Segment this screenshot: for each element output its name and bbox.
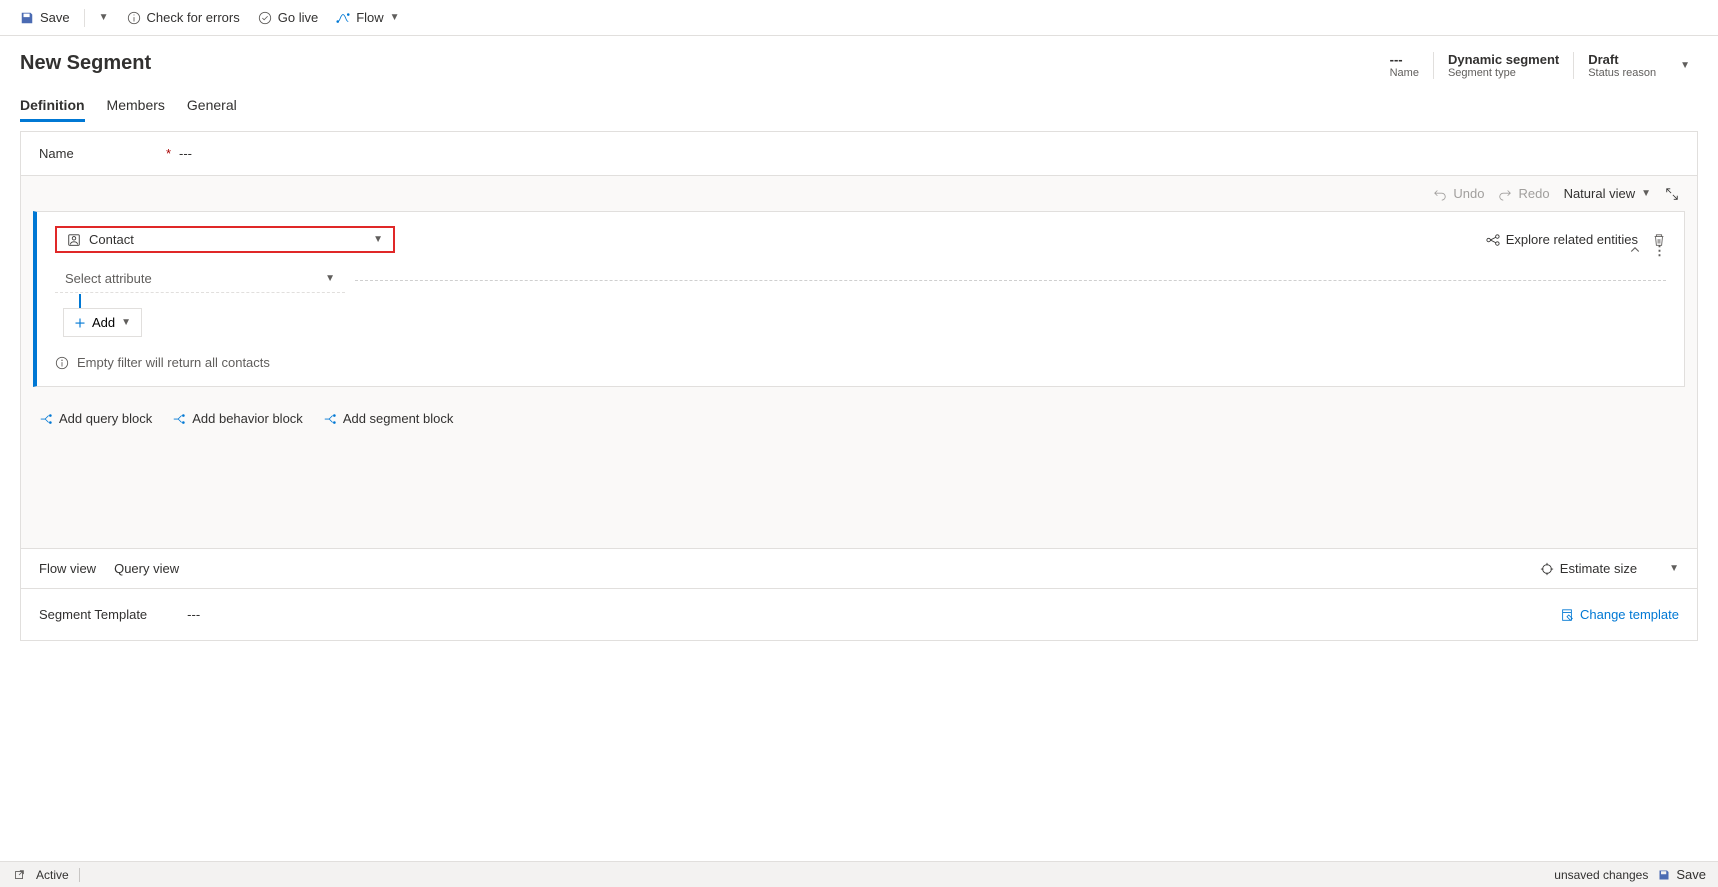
tab-members[interactable]: Members [107,91,165,122]
fullscreen-button[interactable] [1665,187,1679,201]
header-expand[interactable]: ▼ [1670,56,1698,75]
chevron-down-icon: ▼ [1680,60,1690,71]
attribute-row-container: Select attribute ▼ ⋮ [55,265,1666,294]
entity-label: Contact [89,232,134,247]
add-behavior-block[interactable]: Add behavior block [172,411,303,426]
template-row: Segment Template --- Change template [21,589,1697,640]
save-icon [20,11,34,25]
relation-icon [1486,233,1500,247]
flow-button[interactable]: Flow ▼ [328,6,407,29]
meta-segment-type: Dynamic segment Segment type [1433,52,1573,79]
name-field-row: Name * --- [21,132,1697,176]
expand-icon [1665,187,1679,201]
add-segment-block[interactable]: Add segment block [323,411,454,426]
info-icon [127,11,141,25]
command-bar: Save ▼ Check for errors Go live Flow ▼ [0,0,1718,36]
edit-icon [1560,608,1574,622]
meta-name-value: --- [1390,52,1419,67]
save-label: Save [40,10,70,25]
add-condition-button[interactable]: Add ▼ [63,308,142,337]
query-view-link[interactable]: Query view [114,561,179,576]
row-more-button[interactable]: ⋮ [1653,243,1666,259]
segment-template-value: --- [187,607,200,622]
chevron-up-icon [1629,244,1641,256]
flow-branch-icon [39,412,53,426]
name-field-value[interactable]: --- [179,146,192,161]
chevron-down-icon: ▼ [1669,563,1679,574]
save-dropdown[interactable]: ▼ [91,8,117,27]
tabs: Definition Members General [20,91,1698,123]
contact-icon [67,233,81,247]
tab-general[interactable]: General [187,91,237,122]
segment-template-label: Segment Template [39,607,147,622]
undo-icon [1433,187,1447,201]
status-label: Active [36,868,69,882]
flow-view-link[interactable]: Flow view [39,561,96,576]
meta-name-label: Name [1390,67,1419,79]
required-icon: * [166,146,171,161]
view-footer-row: Flow view Query view Estimate size ▼ [21,548,1697,589]
content-area: New Segment --- Name Dynamic segment Seg… [0,36,1718,861]
statusbar-save-button[interactable]: Save [1658,867,1706,882]
plus-icon [74,317,86,329]
block-header: Contact ▼ Explore related entities [55,226,1666,253]
change-template-link[interactable]: Change template [1560,607,1679,622]
check-errors-button[interactable]: Check for errors [119,6,248,29]
flow-label: Flow [356,10,383,25]
add-query-block[interactable]: Add query block [39,411,152,426]
chevron-down-icon: ▼ [99,12,109,23]
connector-line [79,294,1666,308]
flow-branch-icon [323,412,337,426]
explore-related-link[interactable]: Explore related entities [1486,232,1638,247]
chevron-down-icon: ▼ [390,12,400,23]
builder-toolbar: Undo Redo Natural view ▼ [21,176,1697,211]
dotted-connector [355,280,1666,281]
check-circle-icon [258,11,272,25]
divider [84,9,85,27]
status-bar: Active unsaved changes Save [0,861,1718,887]
meta-segment-type-value: Dynamic segment [1448,52,1559,67]
header-meta: --- Name Dynamic segment Segment type Dr… [1376,52,1698,79]
meta-name: --- Name [1376,52,1433,79]
info-icon [55,356,69,370]
estimate-size-button[interactable]: Estimate size ▼ [1540,561,1679,576]
popout-icon[interactable] [12,868,26,882]
builder-area: Undo Redo Natural view ▼ [21,176,1697,640]
check-errors-label: Check for errors [147,10,240,25]
meta-status-label: Status reason [1588,67,1656,79]
go-live-label: Go live [278,10,318,25]
chevron-down-icon: ▼ [1641,188,1651,199]
header-row: New Segment --- Name Dynamic segment Seg… [20,52,1698,79]
query-block: Contact ▼ Explore related entities [33,211,1685,387]
name-field-label: Name * [39,146,179,161]
tab-definition[interactable]: Definition [20,91,85,122]
main-panel: Name * --- Undo Redo Natural view ▼ [20,131,1698,641]
redo-button[interactable]: Redo [1498,186,1549,201]
redo-icon [1498,187,1512,201]
save-icon [1658,869,1670,881]
undo-button[interactable]: Undo [1433,186,1484,201]
save-button[interactable]: Save [12,6,78,29]
flow-icon [336,11,350,25]
chevron-down-icon: ▼ [121,317,131,328]
unsaved-changes-label: unsaved changes [1554,868,1648,882]
meta-status-reason: Draft Status reason [1573,52,1670,79]
target-icon [1540,562,1554,576]
empty-filter-hint: Empty filter will return all contacts [55,355,1666,370]
meta-segment-type-label: Segment type [1448,67,1559,79]
page-title: New Segment [20,52,151,75]
add-blocks-row: Add query block Add behavior block Add s… [21,399,1697,438]
entity-dropdown[interactable]: Contact ▼ [55,226,395,253]
chevron-down-icon: ▼ [373,234,383,245]
chevron-down-icon: ▼ [325,273,335,284]
view-mode-dropdown[interactable]: Natural view ▼ [1564,186,1651,201]
meta-status-value: Draft [1588,52,1656,67]
select-attribute-dropdown[interactable]: Select attribute ▼ [55,265,345,293]
go-live-button[interactable]: Go live [250,6,326,29]
flow-branch-icon [172,412,186,426]
collapse-row-button[interactable] [1629,244,1641,259]
